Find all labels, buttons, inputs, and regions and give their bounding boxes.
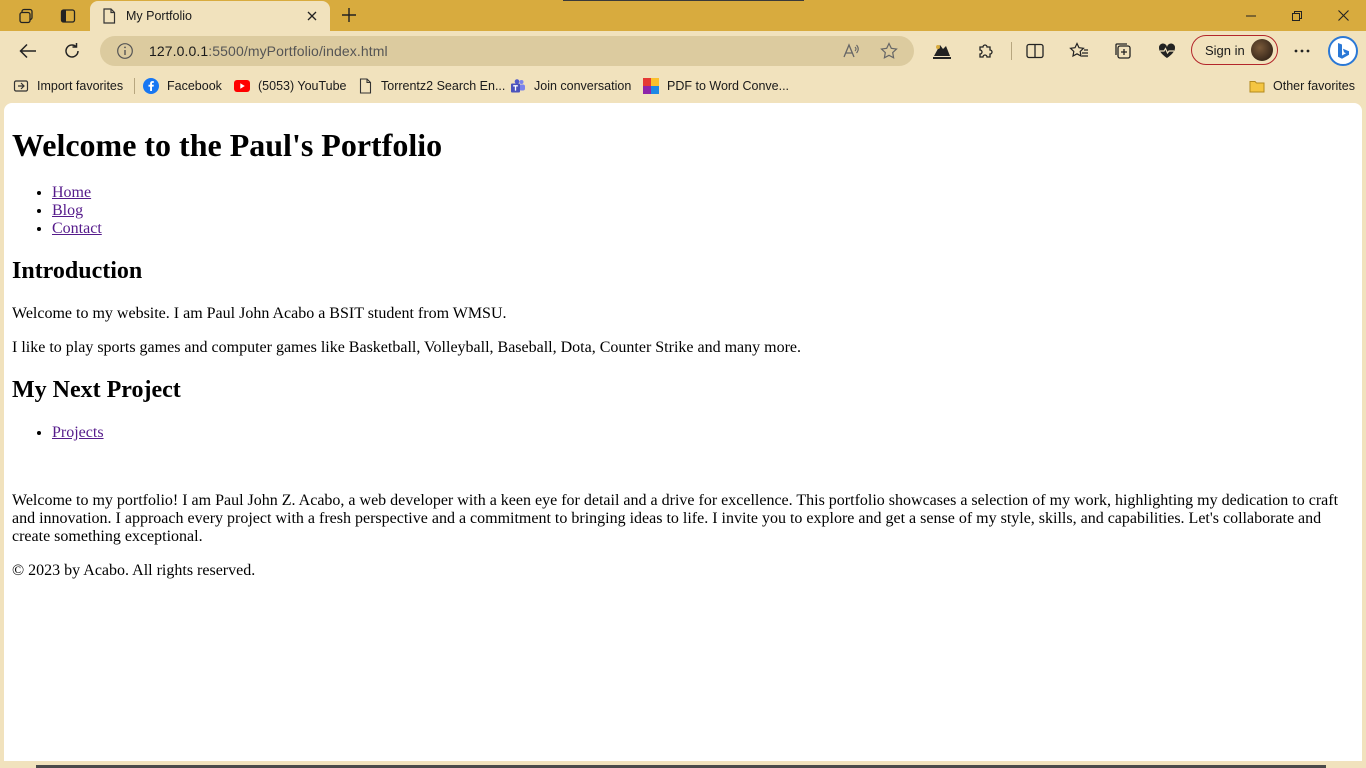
page-title: Welcome to the Paul's Portfolio (12, 127, 443, 163)
browser-essentials-button[interactable] (1151, 35, 1183, 67)
favorite-star-icon[interactable] (880, 42, 898, 60)
favorite-torrentz2[interactable]: Torrentz2 Search En... (357, 76, 505, 96)
workspaces-icon (19, 8, 33, 23)
project-list-item: Projects (52, 424, 104, 442)
teams-icon (510, 78, 526, 94)
favorite-label: Torrentz2 Search En... (381, 79, 506, 93)
nav-link-blog[interactable]: Blog (52, 202, 83, 219)
facebook-icon (143, 78, 159, 94)
favorites-bar: Import favorites Facebook (5053) YouTube… (0, 72, 1366, 100)
import-icon (13, 78, 29, 94)
bing-copilot-button[interactable] (1327, 35, 1359, 67)
back-arrow-icon (19, 43, 36, 59)
favorite-label: (5053) YouTube (258, 79, 347, 93)
tab-title: My Portfolio (126, 9, 192, 23)
more-dots-icon (1294, 49, 1310, 53)
nav-item-contact: Contact (52, 220, 102, 238)
favorites-button[interactable] (1063, 35, 1095, 67)
split-screen-button[interactable] (1019, 35, 1051, 67)
favorite-label: Join conversation (534, 79, 632, 93)
toolbar: 127.0.0.1:5500/myPortfolio/index.html Si… (0, 31, 1366, 71)
toolbar-divider (1011, 42, 1012, 60)
page-viewport: Welcome to the Paul's Portfolio Home Blo… (4, 103, 1362, 761)
refresh-icon (65, 43, 79, 58)
close-icon (1337, 10, 1349, 21)
nav-item-blog: Blog (52, 202, 102, 220)
restore-button[interactable] (1274, 0, 1320, 31)
close-icon (307, 11, 317, 21)
nav-link-contact[interactable]: Contact (52, 220, 102, 237)
main-nav: Home Blog Contact (12, 184, 102, 238)
settings-menu-button[interactable] (1286, 35, 1318, 67)
favorite-label: Import favorites (37, 79, 124, 93)
minimize-icon (1246, 15, 1256, 16)
project-heading: My Next Project (12, 377, 181, 403)
extension-logo-icon (933, 45, 951, 59)
read-aloud-icon[interactable] (842, 42, 860, 60)
url-host: 127.0.0.1 (149, 43, 209, 59)
extension-button-1[interactable] (926, 35, 958, 67)
puzzle-icon (979, 44, 993, 58)
avatar (1251, 39, 1273, 61)
restore-icon (1292, 10, 1302, 21)
url-text[interactable]: 127.0.0.1:5500/myPortfolio/index.html (149, 43, 388, 59)
address-bar[interactable]: 127.0.0.1:5500/myPortfolio/index.html (100, 36, 914, 66)
favorites-divider (134, 78, 135, 94)
intro-paragraph-1: Welcome to my website. I am Paul John Ac… (12, 305, 507, 322)
tab-close-button[interactable] (302, 6, 322, 26)
collections-button[interactable] (1107, 35, 1139, 67)
bing-icon (1328, 36, 1358, 66)
youtube-icon (234, 78, 250, 94)
folder-icon (1249, 78, 1265, 94)
minimize-button[interactable] (1228, 0, 1274, 31)
split-screen-icon (1026, 43, 1044, 59)
other-favorites-label: Other favorites (1273, 79, 1355, 93)
projects-link[interactable]: Projects (52, 424, 104, 441)
plus-icon (342, 8, 356, 22)
nav-item-home: Home (52, 184, 102, 202)
info-icon[interactable] (116, 42, 134, 60)
vertical-tabs-icon (60, 8, 76, 23)
collections-icon (1115, 43, 1131, 59)
other-favorites-folder[interactable]: Other favorites (1249, 76, 1355, 96)
page-icon (357, 78, 373, 94)
page-icon (103, 8, 116, 24)
intro-heading: Introduction (12, 258, 143, 284)
heart-pulse-icon (1158, 43, 1176, 58)
nav-link-home[interactable]: Home (52, 184, 91, 201)
favorite-pdf-to-word[interactable]: PDF to Word Conve... (643, 76, 789, 96)
url-path: :5500/myPortfolio/index.html (208, 43, 388, 59)
sign-in-label: Sign in (1205, 42, 1245, 58)
tab-active[interactable]: My Portfolio (90, 1, 330, 31)
favorite-label: Facebook (167, 79, 222, 93)
sign-in-button[interactable]: Sign in (1191, 35, 1278, 65)
footer-copyright: © 2023 by Acabo. All rights reserved. (12, 562, 256, 579)
tab-actions-button[interactable] (48, 0, 88, 31)
refresh-button[interactable] (56, 35, 88, 67)
intro-paragraph-2: I like to play sports games and computer… (12, 339, 802, 356)
extensions-button[interactable] (970, 35, 1002, 67)
close-window-button[interactable] (1320, 0, 1366, 31)
project-list: Projects (12, 424, 104, 442)
tab-strip: My Portfolio (0, 0, 1366, 31)
back-button[interactable] (12, 35, 44, 67)
pdf-icon (643, 78, 659, 94)
favorite-label: PDF to Word Conve... (667, 79, 790, 93)
workspaces-button[interactable] (6, 0, 46, 31)
favorite-facebook[interactable]: Facebook (143, 76, 222, 96)
favorite-import[interactable]: Import favorites (13, 76, 123, 96)
favorite-youtube[interactable]: (5053) YouTube (234, 76, 347, 96)
favorites-list-icon (1069, 42, 1088, 58)
favorite-teams[interactable]: Join conversation (510, 76, 631, 96)
new-tab-button[interactable] (336, 2, 362, 28)
about-paragraph: Welcome to my portfolio! I am Paul John … (12, 492, 1339, 545)
drag-indicator (563, 0, 804, 1)
